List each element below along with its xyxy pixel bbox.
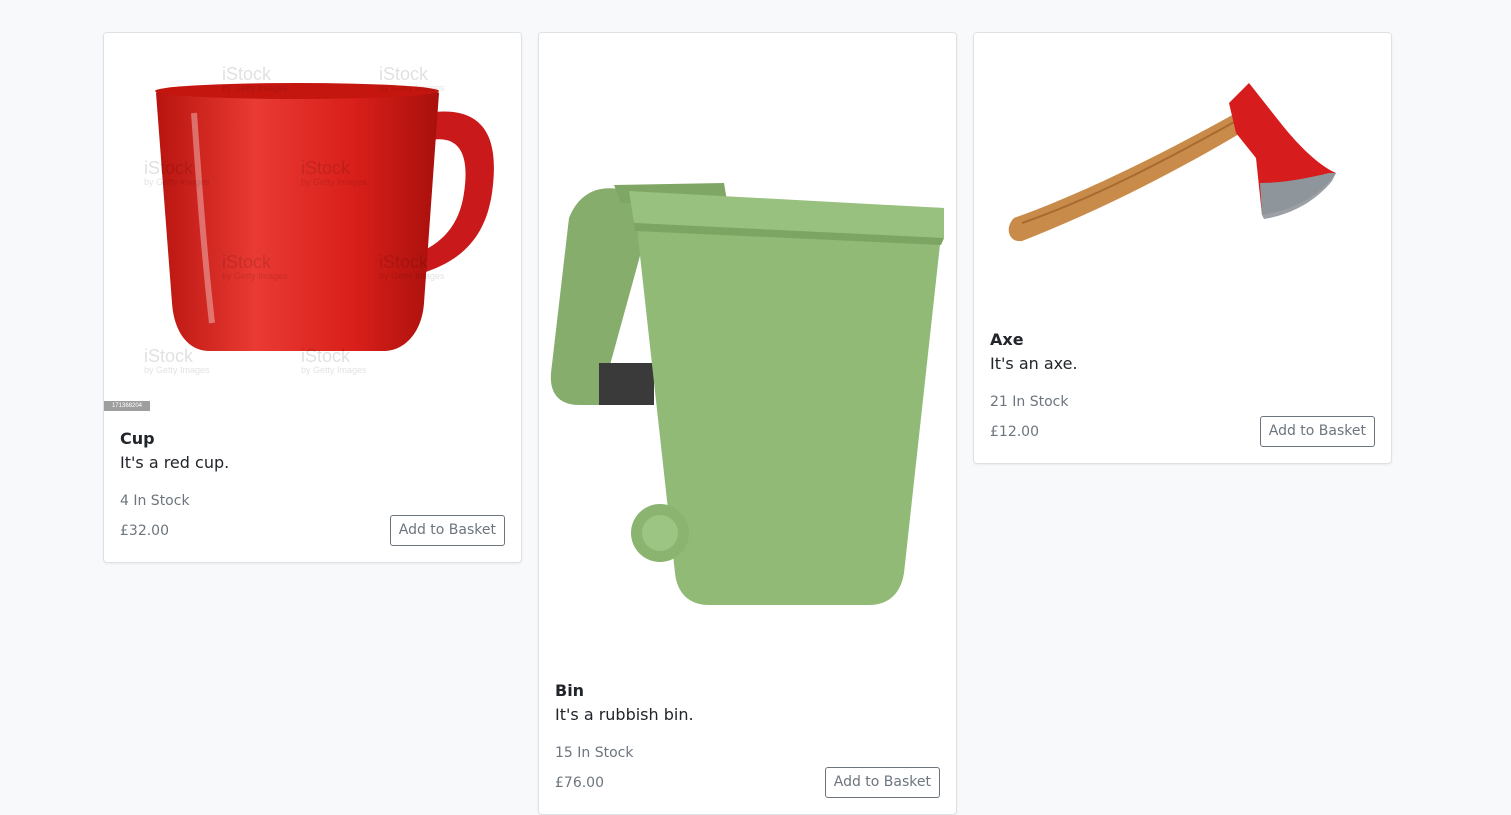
watermark-subtext: by Getty Images: [301, 177, 367, 187]
add-to-basket-button[interactable]: Add to Basket: [1259, 416, 1375, 447]
product-card-cup: iStock by Getty Images iStock by Getty Ima…: [103, 32, 522, 563]
watermark-subtext: by Getty Images: [301, 365, 367, 375]
product-name: Bin: [555, 681, 585, 700]
watermark-text: iStock by Getty Images: [379, 64, 445, 93]
green-wheelie-bin-image: [550, 183, 944, 605]
stock-image-id: 171368204: [104, 401, 150, 411]
watermark-text: iStock by Getty Images: [301, 346, 367, 375]
card-body: Axe It's an axe. 21 In Stock £12.00 Add …: [974, 312, 1391, 463]
watermark-text: iStock by Getty Images: [379, 252, 445, 281]
product-image-bin: [539, 33, 956, 663]
product-name: Axe: [990, 330, 1024, 349]
stock-count: 15 In Stock: [555, 745, 634, 761]
stock-count: 21 In Stock: [990, 394, 1069, 410]
price-row: £32.00 Add to Basket: [120, 515, 505, 546]
price-row: £12.00 Add to Basket: [990, 416, 1375, 447]
product-price: £32.00: [120, 522, 169, 539]
watermark-text: iStock by Getty Images: [144, 346, 210, 375]
stock-count: 4 In Stock: [120, 493, 190, 509]
watermark-text: iStock by Getty Images: [144, 158, 210, 187]
watermark-subtext: by Getty Images: [144, 365, 210, 375]
card-body: Bin It's a rubbish bin. 15 In Stock £76.…: [539, 663, 956, 814]
product-price: £76.00: [555, 774, 604, 791]
watermark-text: iStock by Getty Images: [301, 158, 367, 187]
product-image-axe: [974, 33, 1391, 312]
watermark-subtext: by Getty Images: [144, 177, 210, 187]
product-description: It's a rubbish bin.: [555, 705, 694, 724]
card-body: Cup It's a red cup. 4 In Stock £32.00 Ad…: [104, 411, 521, 562]
product-price: £12.00: [990, 423, 1039, 440]
product-card-axe: Axe It's an axe. 21 In Stock £12.00 Add …: [973, 32, 1392, 464]
add-to-basket-button[interactable]: Add to Basket: [389, 515, 505, 546]
watermark-subtext: by Getty Images: [379, 271, 445, 281]
product-name: Cup: [120, 429, 155, 448]
product-grid: iStock by Getty Images iStock by Getty Ima…: [103, 32, 1392, 815]
product-description: It's an axe.: [990, 354, 1078, 373]
product-image-cup: iStock by Getty Images iStock by Getty Ima…: [104, 33, 521, 411]
watermark-subtext: by Getty Images: [222, 83, 288, 93]
watermark-subtext: by Getty Images: [222, 271, 288, 281]
watermark-text: iStock by Getty Images: [222, 64, 288, 93]
price-row: £76.00 Add to Basket: [555, 767, 940, 798]
product-description: It's a red cup.: [120, 453, 230, 472]
add-to-basket-button[interactable]: Add to Basket: [824, 767, 940, 798]
watermark-subtext: by Getty Images: [379, 83, 445, 93]
watermark-text: iStock by Getty Images: [222, 252, 288, 281]
axe-image: [1008, 83, 1336, 242]
product-card-bin: Bin It's a rubbish bin. 15 In Stock £76.…: [538, 32, 957, 815]
